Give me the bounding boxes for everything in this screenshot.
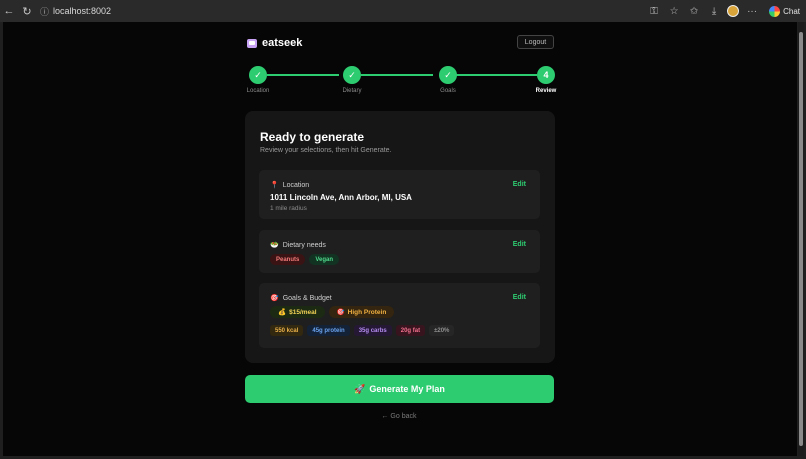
goal-pill: 🎯 High Protein — [328, 306, 395, 318]
location-address: 1011 Lincoln Ave, Ann Arbor, MI, USA — [270, 193, 412, 202]
copilot-icon — [769, 5, 781, 17]
generate-plan-button[interactable]: 🚀 Generate My Plan — [245, 375, 554, 403]
macro-tags: 550 kcal 45g protein 35g carbs 20g fat ±… — [270, 325, 455, 336]
dietary-tag: Vegan — [309, 254, 340, 265]
goal-pills: 💰 $15/meal 🎯 High Protein — [270, 306, 395, 318]
browser-toolbar: ← ↻ ⓘ localhost:8002 ⚿ ☆ ✩ ⤓ ··· Chat — [0, 0, 806, 22]
budget-pill: 💰 $15/meal — [270, 306, 325, 318]
logout-button[interactable]: Logout — [517, 35, 554, 49]
generate-label: Generate My Plan — [369, 384, 445, 394]
step-label: Location — [246, 88, 270, 94]
review-subtitle: Review your selections, then hit Generat… — [260, 147, 392, 154]
review-title: Ready to generate — [260, 130, 365, 144]
step-review: 4 Review — [535, 66, 557, 94]
edit-location-link[interactable]: Edit — [513, 181, 526, 188]
favorites-icon[interactable]: ✩ — [687, 4, 701, 18]
goal-value: High Protein — [347, 308, 387, 316]
dietary-tag: Peanuts — [270, 254, 306, 265]
step-goals[interactable]: ✓ Goals — [439, 66, 457, 94]
rocket-icon: 🚀 — [354, 383, 366, 394]
profile-avatar[interactable] — [727, 5, 740, 17]
bowl-logo-icon — [247, 38, 257, 48]
dietary-tags: Peanuts Vegan — [270, 254, 340, 265]
reload-icon[interactable]: ↻ — [18, 2, 36, 20]
macro-protein: 45g protein — [307, 325, 350, 336]
section-heading-label: Dietary needs — [282, 241, 326, 249]
download-icon[interactable]: ⤓ — [707, 4, 721, 18]
section-heading-label: Location — [282, 181, 310, 189]
brand-name: eatseek — [262, 37, 303, 49]
star-icon[interactable]: ☆ — [667, 4, 681, 18]
location-section: 📍 Location Edit 1011 Lincoln Ave, Ann Ar… — [259, 170, 540, 219]
go-back-link[interactable]: ← Go back — [377, 413, 421, 420]
pin-icon: 📍 — [270, 182, 279, 189]
chat-button[interactable]: Chat — [769, 5, 800, 17]
money-bag-icon: 💰 — [278, 309, 287, 316]
dietary-section: 🥗 Dietary needs Edit Peanuts Vegan — [259, 230, 540, 273]
info-icon: ⓘ — [40, 6, 50, 17]
step-check-icon: ✓ — [439, 66, 457, 84]
section-heading: 🎯 Goals & Budget — [270, 294, 332, 303]
review-card: Ready to generate Review your selections… — [245, 111, 555, 363]
step-location[interactable]: ✓ Location — [246, 66, 270, 94]
address-bar[interactable]: ⓘ localhost:8002 — [40, 5, 111, 18]
key-icon[interactable]: ⚿ — [647, 4, 661, 18]
scrollbar-thumb[interactable] — [799, 32, 803, 446]
edit-goals-link[interactable]: Edit — [513, 294, 526, 301]
step-label: Goals — [440, 88, 456, 94]
step-connector — [361, 74, 433, 76]
step-dietary[interactable]: ✓ Dietary — [342, 66, 362, 94]
step-check-icon: ✓ — [249, 66, 267, 84]
step-label: Review — [535, 88, 557, 94]
chat-label: Chat — [783, 6, 800, 16]
back-icon[interactable]: ← — [0, 2, 18, 20]
more-icon[interactable]: ··· — [745, 4, 759, 18]
url-text: localhost:8002 — [53, 6, 112, 16]
step-check-icon: ✓ — [343, 66, 361, 84]
step-connector — [267, 74, 339, 76]
progress-stepper: ✓ Location ✓ Dietary ✓ Goals 4 Review — [245, 66, 557, 96]
page-viewport: eatseek Logout ✓ Location ✓ Dietary ✓ Go… — [3, 22, 797, 456]
step-number: 4 — [537, 66, 555, 84]
target-icon: 🎯 — [336, 309, 345, 316]
location-radius: 1 mile radius — [270, 205, 307, 212]
section-heading-label: Goals & Budget — [282, 294, 332, 302]
section-heading: 📍 Location — [270, 181, 310, 190]
section-heading: 🥗 Dietary needs — [270, 241, 326, 250]
target-icon: 🎯 — [270, 295, 279, 302]
macro-tolerance: ±20% — [429, 325, 455, 336]
budget-value: $15/meal — [289, 308, 317, 316]
macro-fat: 20g fat — [395, 325, 426, 336]
step-label: Dietary — [342, 88, 362, 94]
macro-carbs: 35g carbs — [353, 325, 392, 336]
goals-section: 🎯 Goals & Budget Edit 💰 $15/meal 🎯 High … — [259, 283, 540, 348]
macro-calories: 550 kcal — [270, 325, 304, 336]
edit-dietary-link[interactable]: Edit — [513, 241, 526, 248]
brand[interactable]: eatseek — [247, 37, 302, 49]
salad-icon: 🥗 — [270, 242, 279, 249]
step-connector — [455, 74, 537, 76]
